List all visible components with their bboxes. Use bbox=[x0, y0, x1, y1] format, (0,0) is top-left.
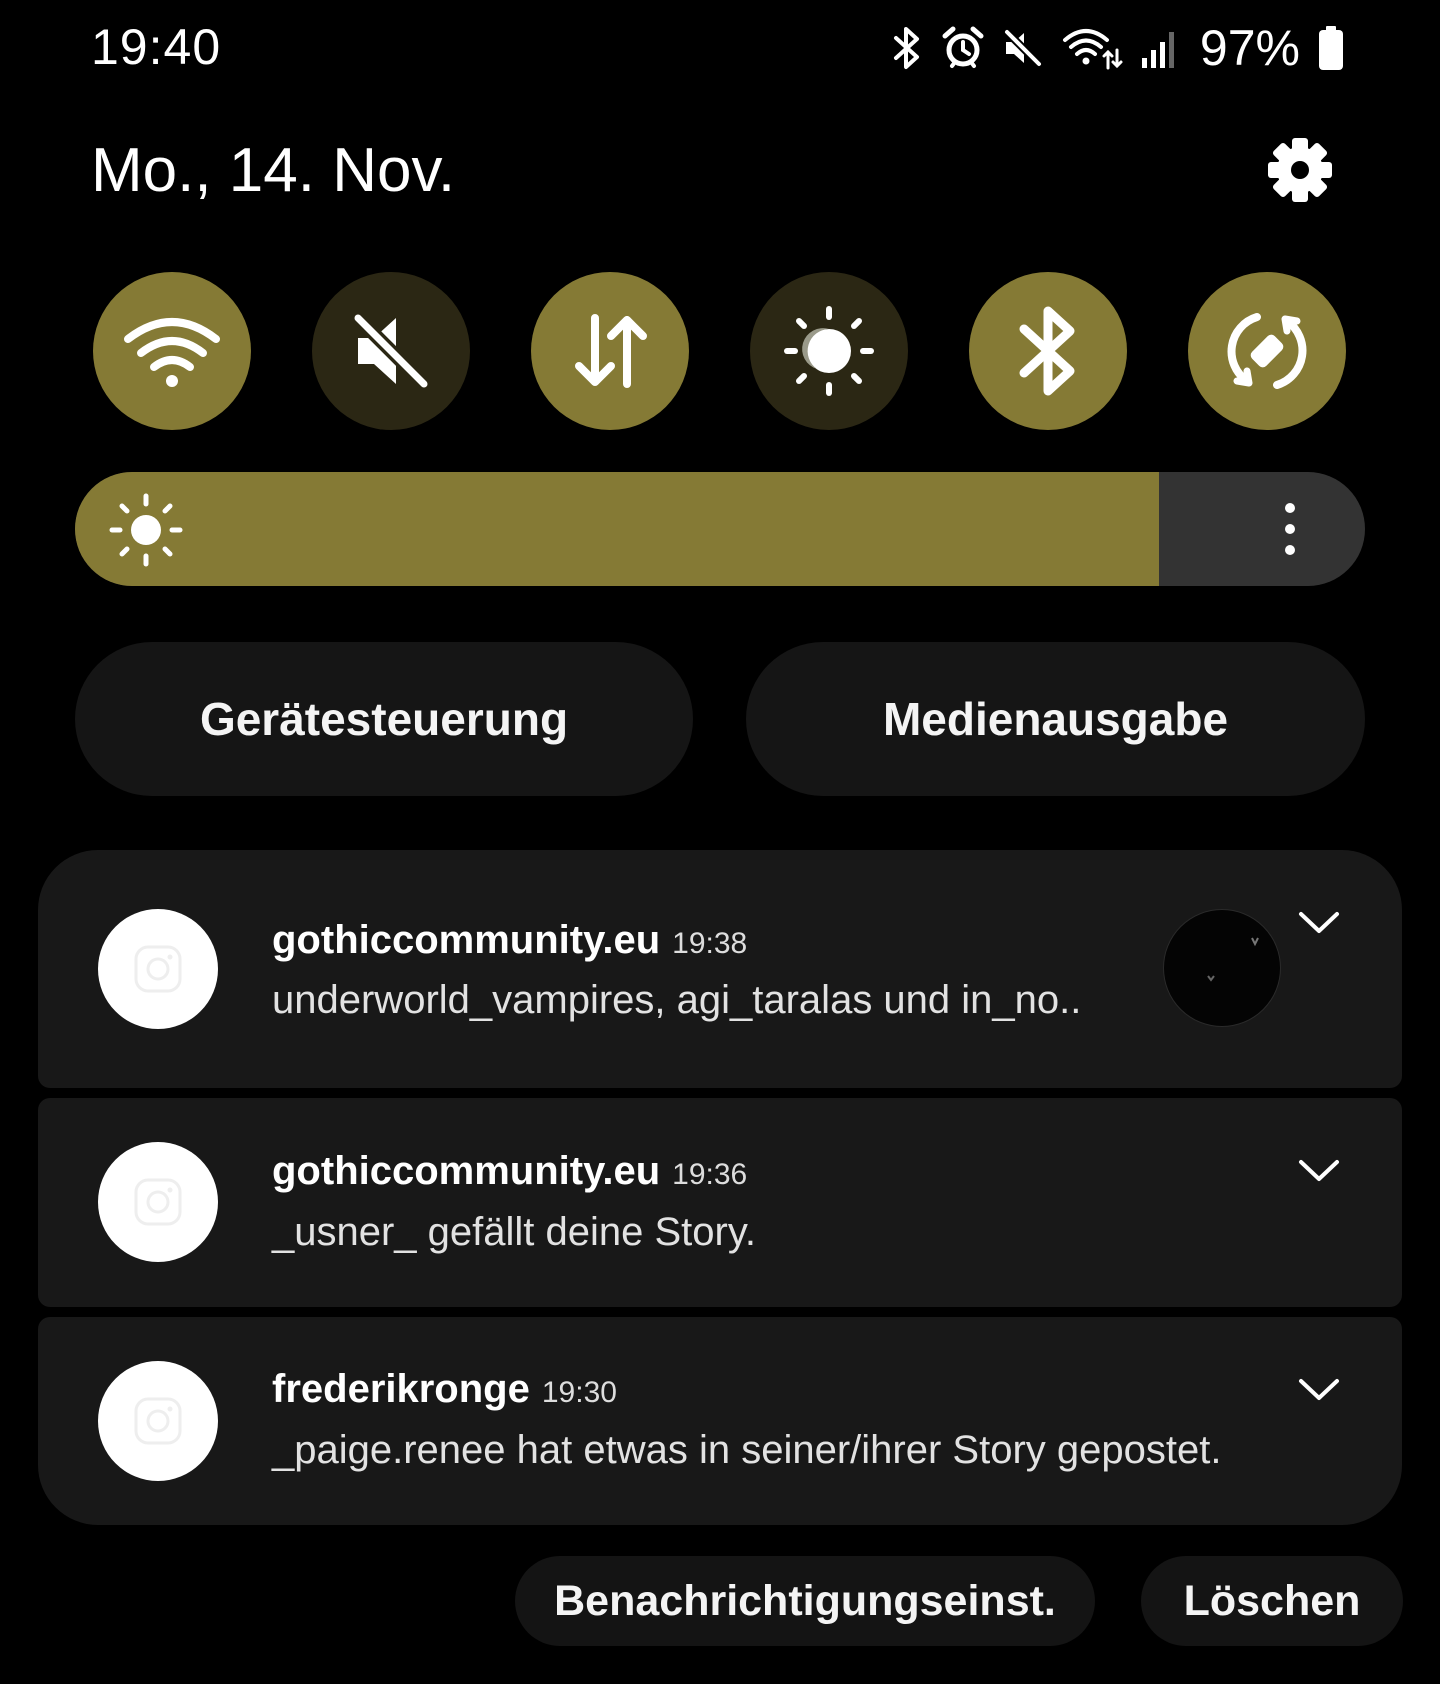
notification-card[interactable]: gothiccommunity.eu 19:38 underworld_vamp… bbox=[38, 850, 1402, 1088]
app-avatar bbox=[98, 909, 218, 1029]
mute-icon bbox=[353, 313, 429, 389]
status-icons: 97% bbox=[890, 20, 1344, 76]
device-control-button[interactable]: Gerätesteuerung bbox=[75, 642, 693, 796]
chevron-down-icon[interactable] bbox=[1298, 1377, 1340, 1403]
more-vertical-icon bbox=[1285, 503, 1295, 555]
auto-rotate-icon bbox=[1227, 313, 1307, 389]
instagram-icon bbox=[134, 1178, 182, 1226]
chevron-down-icon[interactable] bbox=[1298, 910, 1340, 936]
notification-header: frederikronge 19:30 bbox=[272, 1367, 617, 1412]
brightness-slider[interactable] bbox=[75, 472, 1365, 586]
brightness-more-button[interactable] bbox=[1270, 500, 1310, 558]
notification-header: gothiccommunity.eu 19:38 bbox=[272, 918, 747, 963]
mute-icon bbox=[1004, 29, 1042, 67]
instagram-icon bbox=[134, 1397, 182, 1445]
tile-mobile-data[interactable] bbox=[531, 272, 689, 430]
date-label: Mo., 14. Nov. bbox=[91, 136, 456, 205]
battery-icon bbox=[1319, 26, 1343, 70]
brightness-sun bbox=[108, 492, 184, 568]
notification-text: _paige.renee hat etwas in seiner/ihrer S… bbox=[272, 1428, 1222, 1472]
clear-button[interactable]: Löschen bbox=[1141, 1556, 1403, 1646]
notification-card[interactable]: gothiccommunity.eu 19:36 _usner_ gefällt… bbox=[38, 1098, 1402, 1307]
bluetooth-icon bbox=[1019, 306, 1075, 396]
notification-time: 19:36 bbox=[672, 1158, 748, 1191]
signal-icon bbox=[1141, 32, 1174, 68]
notification-thumbnail bbox=[1163, 909, 1281, 1027]
wifi-icon bbox=[124, 318, 220, 387]
mobile-data-icon bbox=[575, 314, 647, 388]
chevron-down-icon[interactable] bbox=[1298, 1158, 1340, 1184]
battery-percent: 97% bbox=[1199, 20, 1300, 76]
sun-icon bbox=[109, 493, 183, 567]
app-avatar bbox=[98, 1361, 218, 1481]
notification-app-name: frederikronge bbox=[272, 1367, 530, 1411]
brightness-level[interactable] bbox=[75, 472, 1159, 586]
wifi-icon bbox=[1062, 29, 1123, 70]
notification-time: 19:30 bbox=[541, 1376, 617, 1409]
dark-mode-icon bbox=[784, 306, 874, 396]
notification-app-name: gothiccommunity.eu bbox=[272, 1149, 661, 1193]
bluetooth-icon bbox=[893, 27, 919, 69]
tile-wifi[interactable] bbox=[93, 272, 251, 430]
media-output-button[interactable]: Medienausgabe bbox=[746, 642, 1365, 796]
tile-dark-mode[interactable] bbox=[750, 272, 908, 430]
notification-text: _usner_ gefällt deine Story. bbox=[272, 1210, 757, 1254]
notification-header: gothiccommunity.eu 19:36 bbox=[272, 1149, 747, 1194]
settings-button[interactable] bbox=[1262, 132, 1338, 208]
notification-time: 19:38 bbox=[672, 927, 748, 960]
alarm-icon bbox=[942, 26, 984, 68]
gear-icon bbox=[1268, 138, 1332, 202]
thumbnail-image bbox=[1207, 937, 1259, 982]
status-bar: 19:40 97% bbox=[0, 0, 1440, 100]
tile-auto-rotate[interactable] bbox=[1188, 272, 1346, 430]
notification-text: underworld_vampires, agi_taralas und in_… bbox=[272, 978, 1082, 1022]
tile-sound[interactable] bbox=[312, 272, 470, 430]
notification-app-name: gothiccommunity.eu bbox=[272, 918, 661, 962]
tile-bluetooth[interactable] bbox=[969, 272, 1127, 430]
app-avatar bbox=[98, 1142, 218, 1262]
status-clock: 19:40 bbox=[91, 19, 222, 75]
notification-settings-button[interactable]: Benachrichtigungseinst. bbox=[515, 1556, 1095, 1646]
quick-settings-tiles bbox=[93, 272, 1347, 430]
notification-card[interactable]: frederikronge 19:30 _paige.renee hat etw… bbox=[38, 1317, 1402, 1525]
instagram-icon bbox=[134, 945, 182, 993]
